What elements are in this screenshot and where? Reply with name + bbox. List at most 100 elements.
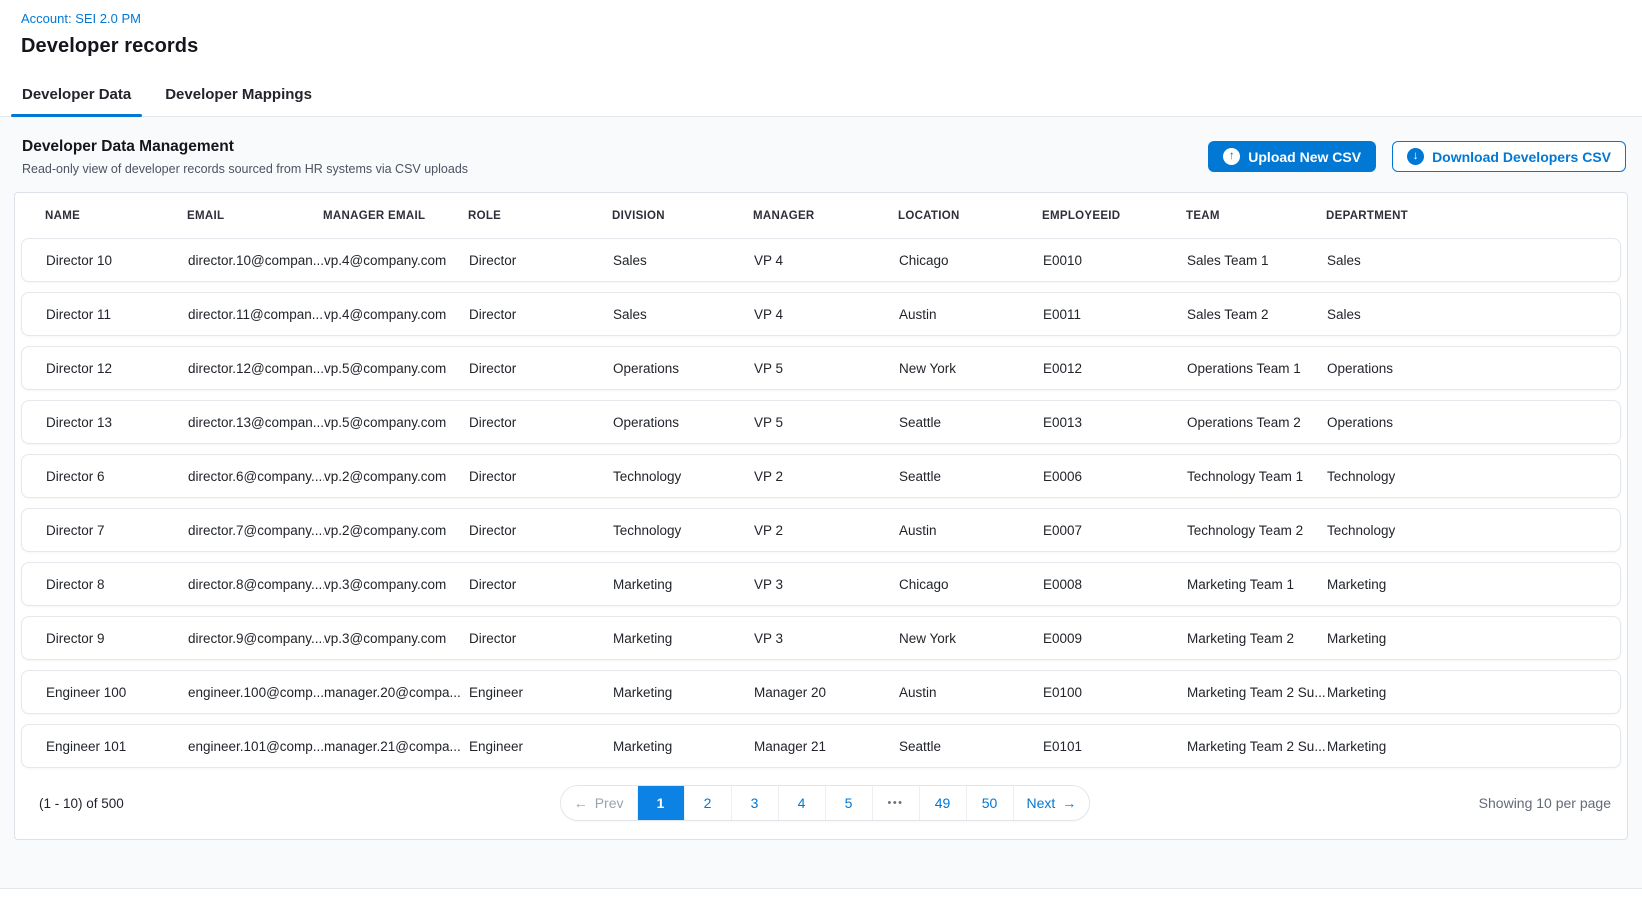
cell-department: Marketing: [1327, 739, 1610, 754]
next-page-button[interactable]: Next →: [1014, 786, 1090, 820]
cell-manager-email: vp.5@company.com: [324, 415, 469, 430]
cell-employeeid: E0101: [1043, 739, 1187, 754]
cell-manager-email: manager.20@compa...: [324, 685, 469, 700]
cell-manager-email: vp.3@company.com: [324, 577, 469, 592]
tab-developer-mappings[interactable]: Developer Mappings: [153, 73, 324, 116]
table-row: Director 12 director.12@compan... vp.5@c…: [21, 346, 1621, 390]
page-button-1[interactable]: 1: [638, 786, 685, 820]
page-header: Account: SEI 2.0 PM Developer records: [0, 0, 1642, 58]
cell-department: Marketing: [1327, 685, 1610, 700]
cell-location: Seattle: [899, 469, 1043, 484]
cell-team: Technology Team 1: [1187, 469, 1327, 484]
per-page-text: Showing 10 per page: [1391, 795, 1611, 811]
prev-label: Prev: [595, 795, 624, 811]
cell-employeeid: E0006: [1043, 469, 1187, 484]
table-row: Director 8 director.8@company.... vp.3@c…: [21, 562, 1621, 606]
cell-email: director.7@company....: [188, 523, 324, 538]
cell-manager: VP 4: [754, 307, 899, 322]
cell-division: Operations: [613, 415, 754, 430]
cell-location: Austin: [899, 523, 1043, 538]
cell-email: director.9@company....: [188, 631, 324, 646]
cell-email: engineer.101@comp...: [188, 739, 324, 754]
cell-role: Director: [469, 469, 613, 484]
account-link[interactable]: Account: SEI 2.0 PM: [21, 11, 141, 26]
arrow-right-icon: →: [1062, 795, 1076, 811]
cell-employeeid: E0009: [1043, 631, 1187, 646]
page-button-49[interactable]: 49: [920, 786, 967, 820]
cell-division: Marketing: [613, 685, 754, 700]
section-header: Developer Data Management Read-only view…: [14, 117, 1628, 192]
cell-manager-email: vp.5@company.com: [324, 361, 469, 376]
page-button-5[interactable]: 5: [826, 786, 873, 820]
upload-csv-label: Upload New CSV: [1248, 149, 1361, 165]
column-header-name: NAME: [45, 210, 187, 222]
prev-page-button[interactable]: ← Prev: [561, 786, 638, 820]
cell-team: Operations Team 2: [1187, 415, 1327, 430]
cell-email: engineer.100@comp...: [188, 685, 324, 700]
cell-team: Marketing Team 1: [1187, 577, 1327, 592]
cell-name: Director 8: [46, 577, 188, 592]
cell-employeeid: E0007: [1043, 523, 1187, 538]
cell-manager: VP 2: [754, 523, 899, 538]
column-header-email: EMAIL: [187, 210, 323, 222]
download-csv-button[interactable]: ↓ Download Developers CSV: [1392, 141, 1626, 172]
cell-team: Marketing Team 2 Su...: [1187, 685, 1327, 700]
cell-role: Director: [469, 253, 613, 268]
cell-name: Engineer 101: [46, 739, 188, 754]
cell-name: Director 12: [46, 361, 188, 376]
cell-department: Sales: [1327, 253, 1610, 268]
cell-email: director.10@compan...: [188, 253, 324, 268]
arrow-left-icon: ←: [574, 795, 588, 811]
column-header-manager: MANAGER: [753, 210, 898, 222]
cell-manager-email: vp.4@company.com: [324, 253, 469, 268]
table-body: Director 10 director.10@compan... vp.4@c…: [15, 236, 1627, 768]
cell-email: director.11@compan...: [188, 307, 324, 322]
cell-manager-email: vp.2@company.com: [324, 469, 469, 484]
table-header-row: NAME EMAIL MANAGER EMAIL ROLE DIVISION M…: [15, 193, 1627, 236]
cell-name: Director 9: [46, 631, 188, 646]
page-button-2[interactable]: 2: [685, 786, 732, 820]
download-csv-label: Download Developers CSV: [1432, 149, 1611, 165]
column-header-location: LOCATION: [898, 210, 1042, 222]
column-header-team: TEAM: [1186, 210, 1326, 222]
cell-employeeid: E0013: [1043, 415, 1187, 430]
page-button-3[interactable]: 3: [732, 786, 779, 820]
cell-role: Director: [469, 415, 613, 430]
cell-team: Marketing Team 2 Su...: [1187, 739, 1327, 754]
table-row: Director 9 director.9@company.... vp.3@c…: [21, 616, 1621, 660]
cell-team: Technology Team 2: [1187, 523, 1327, 538]
table-row: Director 13 director.13@compan... vp.5@c…: [21, 400, 1621, 444]
cell-division: Technology: [613, 469, 754, 484]
cell-role: Director: [469, 631, 613, 646]
pagination: ← Prev 1 2 3 4 5 ••• 49 50 Next →: [560, 785, 1091, 821]
tab-developer-data[interactable]: Developer Data: [10, 73, 143, 116]
cell-department: Marketing: [1327, 577, 1610, 592]
cell-department: Marketing: [1327, 631, 1610, 646]
cell-name: Director 13: [46, 415, 188, 430]
cell-location: Chicago: [899, 577, 1043, 592]
cell-name: Director 6: [46, 469, 188, 484]
upload-csv-button[interactable]: ↑ Upload New CSV: [1208, 141, 1376, 172]
cell-employeeid: E0010: [1043, 253, 1187, 268]
table-row: Director 11 director.11@compan... vp.4@c…: [21, 292, 1621, 336]
cell-team: Marketing Team 2: [1187, 631, 1327, 646]
column-header-department: DEPARTMENT: [1326, 210, 1617, 222]
developer-table: NAME EMAIL MANAGER EMAIL ROLE DIVISION M…: [14, 192, 1628, 840]
cell-division: Marketing: [613, 577, 754, 592]
table-row: Director 7 director.7@company.... vp.2@c…: [21, 508, 1621, 552]
cell-role: Director: [469, 523, 613, 538]
cell-role: Engineer: [469, 685, 613, 700]
cell-role: Engineer: [469, 739, 613, 754]
cell-role: Director: [469, 577, 613, 592]
cell-manager: VP 5: [754, 415, 899, 430]
table-row: Engineer 100 engineer.100@comp... manage…: [21, 670, 1621, 714]
cell-team: Sales Team 1: [1187, 253, 1327, 268]
cell-division: Marketing: [613, 739, 754, 754]
cell-location: Austin: [899, 307, 1043, 322]
page-button-4[interactable]: 4: [779, 786, 826, 820]
cell-name: Director 10: [46, 253, 188, 268]
pager-ellipsis-icon: •••: [873, 786, 920, 820]
cell-team: Sales Team 2: [1187, 307, 1327, 322]
table-row: Engineer 101 engineer.101@comp... manage…: [21, 724, 1621, 768]
page-button-50[interactable]: 50: [967, 786, 1014, 820]
